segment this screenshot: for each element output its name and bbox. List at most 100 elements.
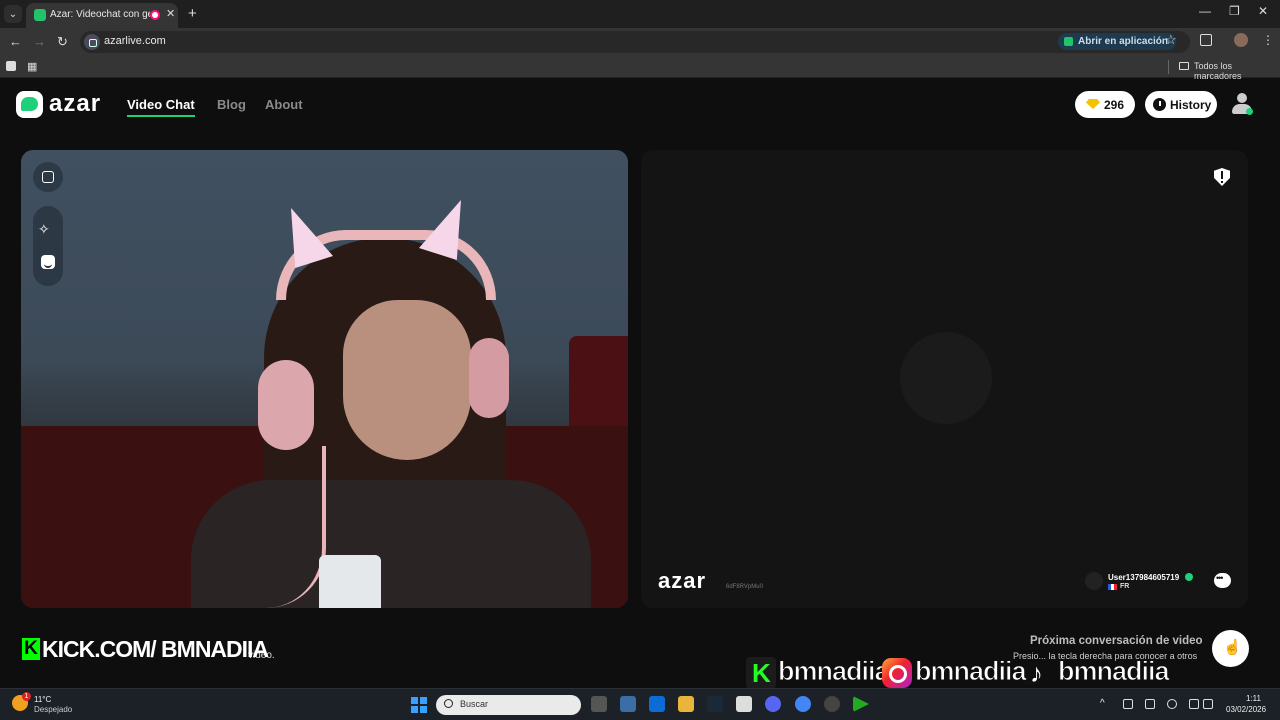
instagram-handle: bmnadiia_ (915, 656, 1042, 687)
back-icon[interactable]: ← (9, 34, 22, 49)
azar-logo-icon[interactable] (16, 91, 43, 118)
new-tab-button[interactable]: + (188, 5, 197, 22)
windows-taskbar: 1 11°C Despejado Buscar ^ 1:11 03/02/202… (0, 688, 1280, 720)
store-icon[interactable] (620, 696, 636, 712)
address-bar: ← → ↻ azarlive.com Abrir en aplicación ☆ (0, 28, 1280, 56)
obs-icon[interactable] (824, 696, 840, 712)
profile-avatar-icon[interactable] (1234, 33, 1248, 47)
task-view-icon[interactable] (591, 696, 607, 712)
bookmark-app-icon[interactable] (6, 61, 16, 71)
kick-app-icon[interactable] (853, 696, 869, 712)
local-video: ✧ (21, 150, 628, 608)
tab-bar: ⌄ Azar: Videochat con gente ✕ + — ❐ ✕ (0, 0, 1280, 28)
open-in-app-button[interactable]: Abrir en aplicación (1058, 33, 1177, 50)
chrome-icon[interactable] (795, 696, 811, 712)
steam-icon[interactable] (707, 696, 723, 712)
next-conversation-button[interactable] (1212, 630, 1249, 667)
pip-icon (42, 171, 54, 183)
file-explorer-icon[interactable] (678, 696, 694, 712)
remote-video: azar 6dF8RVpMu0 User137984605719 FR (641, 150, 1248, 608)
user-profile-icon[interactable] (1231, 93, 1253, 117)
headphone-cup-left (258, 360, 314, 450)
kick-badge-icon (746, 657, 776, 689)
outlook-icon[interactable] (649, 696, 665, 712)
face-filter-icon[interactable] (41, 255, 55, 269)
clock-date[interactable]: 03/02/2026 (1226, 705, 1266, 714)
recording-indicator-icon (150, 10, 160, 20)
search-icon (444, 699, 453, 708)
social-overlay: bmnadiia bmnadiia_ ♪ bmnadiia (740, 654, 1170, 690)
person-face (343, 300, 471, 460)
france-flag-icon (1108, 584, 1117, 590)
omnibox[interactable]: azarlive.com Abrir en aplicación ☆ (80, 31, 1190, 53)
kick-handle: bmnadiia (778, 656, 891, 687)
restore-icon[interactable]: ❐ (1229, 4, 1240, 18)
pip-button[interactable] (33, 162, 63, 192)
headphone-cable (246, 446, 326, 608)
extensions-icon[interactable] (1200, 34, 1212, 46)
instagram-icon (882, 658, 912, 688)
nav-about[interactable]: About (265, 97, 303, 112)
history-label: History (1170, 98, 1212, 112)
weather-badge: 1 (22, 692, 31, 701)
headphone-cup-right (469, 338, 509, 418)
azar-favicon-icon (34, 9, 46, 21)
tiktok-icon: ♪ (1030, 658, 1043, 688)
discord-icon[interactable] (765, 696, 781, 712)
network-icon[interactable] (1189, 699, 1199, 709)
tab-search-button[interactable]: ⌄ (4, 5, 22, 23)
nav-video-chat[interactable]: Video Chat (127, 97, 195, 117)
azar-logo-text[interactable]: azar (49, 90, 101, 118)
cloud-icon[interactable] (1123, 699, 1133, 709)
tab-title: Azar: Videochat con gente (50, 9, 150, 20)
minimize-icon[interactable]: — (1199, 4, 1211, 18)
history-button[interactable]: History (1145, 91, 1217, 118)
kick-url-text: KICK.COM/ BMNADIIA (42, 636, 269, 662)
gems-count: 296 (1104, 98, 1125, 112)
volume-icon[interactable] (1203, 699, 1213, 709)
gems-button[interactable]: 296 (1075, 91, 1135, 118)
weather-temperature: 11°C (34, 695, 52, 704)
microphone-icon[interactable] (1167, 699, 1177, 709)
loading-spinner (900, 332, 992, 424)
browser-tab[interactable]: Azar: Videochat con gente ✕ (26, 3, 178, 28)
kick-logo-icon: K (22, 638, 40, 660)
remote-country: FR (1120, 583, 1130, 590)
next-conversation-title: Próxima conversación de video (1030, 635, 1203, 647)
site-info-icon[interactable] (84, 34, 100, 50)
tiktok-handle: bmnadiia (1058, 656, 1171, 687)
folder-icon (1179, 62, 1189, 70)
chat-bubble-icon[interactable] (1214, 573, 1231, 588)
bookmark-star-icon[interactable]: ☆ (1165, 32, 1177, 48)
effects-toolbar: ✧ (33, 206, 63, 286)
gem-icon (1086, 99, 1100, 109)
weather-condition: Despejado (34, 705, 73, 714)
azar-page: azar Video Chat Blog About 296 History ✧… (0, 80, 1280, 688)
snipping-tool-icon[interactable] (736, 696, 752, 712)
all-bookmarks-link[interactable]: Todos los marcadores (1194, 61, 1280, 81)
verified-badge-icon (1185, 573, 1193, 581)
remote-user-avatar (1085, 572, 1103, 590)
report-mark (1221, 171, 1223, 179)
apps-grid-icon[interactable]: ▦ (27, 60, 37, 73)
close-tab-icon[interactable]: ✕ (166, 7, 175, 20)
watermark-code: 6dF8RVpMu0 (726, 584, 763, 590)
forward-icon[interactable]: → (33, 34, 46, 49)
magic-wand-icon[interactable]: ✧ (38, 221, 50, 238)
browser-menu-icon[interactable]: ⋮ (1262, 33, 1274, 47)
microphone (319, 555, 381, 608)
taskbar-search[interactable]: Buscar (436, 695, 581, 715)
url-text: azarlive.com (104, 35, 166, 47)
reload-icon[interactable]: ↻ (57, 34, 68, 50)
sync-icon[interactable] (1145, 699, 1155, 709)
windows-start-icon[interactable] (411, 697, 427, 713)
report-dot (1221, 181, 1223, 183)
nav-blog[interactable]: Blog (217, 97, 246, 112)
search-placeholder: Buscar (460, 699, 489, 709)
close-window-icon[interactable]: ✕ (1258, 4, 1268, 18)
remote-username: User137984605719 (1108, 573, 1180, 582)
bookmarks-bar: ▦ Todos los marcadores (0, 56, 1280, 81)
tray-overflow-icon[interactable]: ^ (1100, 698, 1105, 709)
clock-time[interactable]: 1:11 (1246, 694, 1261, 703)
bookmarks-divider (1168, 60, 1169, 74)
